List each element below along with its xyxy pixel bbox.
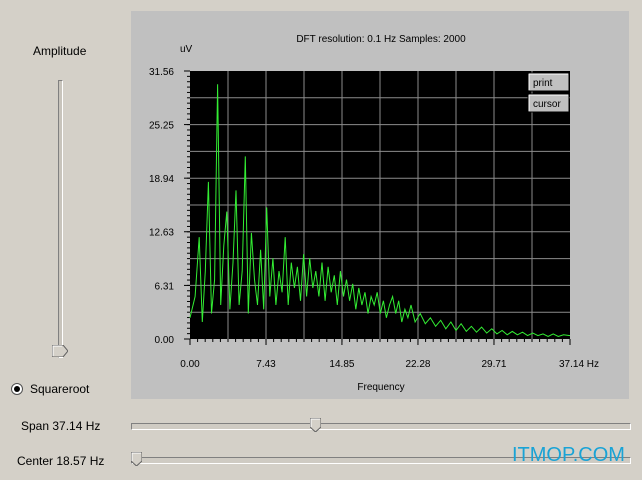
y-tick-label: 6.31 (155, 281, 175, 292)
y-tick-label: 31.56 (149, 67, 174, 78)
span-label: Span 37.14 Hz (21, 419, 101, 433)
amplitude-slider-thumb[interactable] (52, 345, 68, 357)
span-slider-thumb[interactable] (310, 418, 321, 432)
spectrum-chart: DFT resolution: 0.1 Hz Samples: 2000 uV … (149, 34, 599, 393)
x-tick-label: 14.85 (329, 359, 354, 370)
spectrum-panel: DFT resolution: 0.1 Hz Samples: 2000 uV … (131, 11, 629, 399)
y-tick-label: 0.00 (155, 335, 175, 346)
y-unit-label: uV (180, 44, 193, 55)
squareroot-label: Squareroot (30, 382, 90, 396)
plot-header: DFT resolution: 0.1 Hz Samples: 2000 (296, 34, 466, 45)
span-slider-track[interactable] (131, 423, 631, 430)
x-axis-title: Frequency (357, 382, 404, 393)
watermark: ITMOP.COM (512, 444, 625, 466)
center-slider-thumb[interactable] (131, 452, 142, 466)
amplitude-label: Amplitude (33, 44, 87, 58)
x-tick-label: 22.28 (405, 359, 430, 370)
x-tick-label: 37.14 Hz (559, 359, 599, 370)
y-tick-label: 18.94 (149, 174, 174, 185)
x-tick-label: 29.71 (481, 359, 506, 370)
print-label: print (533, 78, 553, 89)
y-tick-label: 25.25 (149, 121, 174, 132)
x-tick-label: 7.43 (256, 359, 276, 370)
cursor-label: cursor (533, 99, 561, 110)
x-tick-label: 0.00 (180, 359, 200, 370)
print-button[interactable]: print (527, 72, 570, 92)
amplitude-slider-track[interactable] (58, 80, 63, 358)
squareroot-radio[interactable] (11, 383, 23, 395)
y-tick-label: 12.63 (149, 228, 174, 239)
center-label: Center 18.57 Hz (17, 454, 105, 468)
cursor-button[interactable]: cursor (527, 93, 570, 113)
